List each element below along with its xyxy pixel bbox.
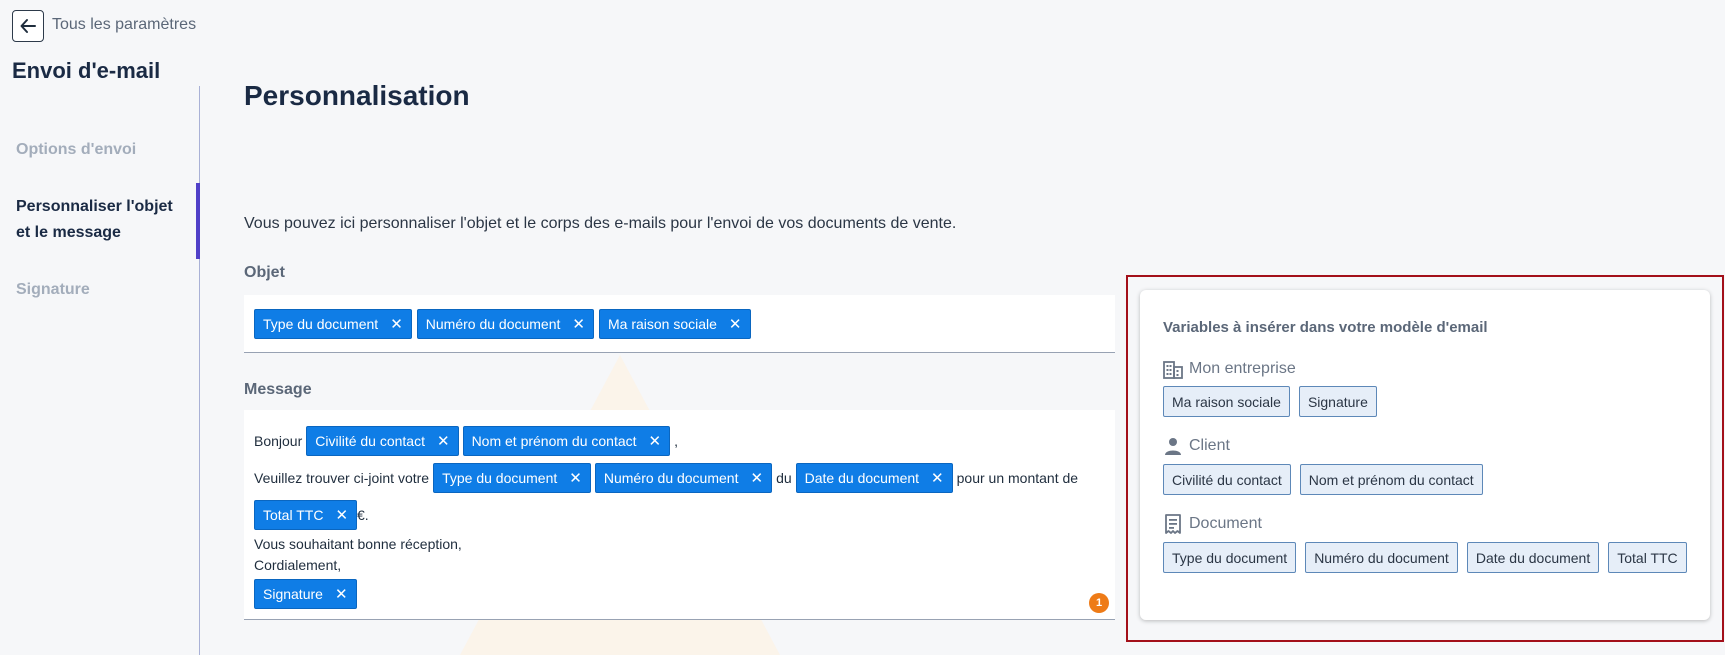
variable-chip[interactable]: Signature [1298,386,1377,417]
receipt-icon [1165,514,1181,534]
subject-chip-raison-sociale[interactable]: Ma raison sociale ✕ [598,308,751,339]
group-heading-client: Client [1163,436,1230,456]
message-chip-numero-document[interactable]: Numéro du document ✕ [594,462,773,493]
close-icon[interactable]: ✕ [649,432,662,450]
variable-chip[interactable]: Type du document [1163,542,1297,573]
message-editor[interactable]: Bonjour Civilité du contact ✕ Nom et prén… [244,410,1115,620]
variable-chip[interactable]: Civilité du contact [1163,464,1291,495]
message-line: Bonjour Civilité du contact ✕ Nom et prén… [254,422,1105,459]
variable-chip[interactable]: Numéro du document [1305,542,1458,573]
subject-chip-numero-document[interactable]: Numéro du document ✕ [416,308,594,339]
message-line: Vous souhaitant bonne réception, [254,535,462,552]
message-label: Message [244,381,312,398]
sidebar-item-label-line2: et le message [16,224,121,241]
intro-text: Vous pouvez ici personnaliser l'objet et… [244,215,957,232]
variables-row-entreprise: Ma raison sociale Signature [1163,386,1377,417]
arrow-left-icon [20,19,36,33]
subject-input[interactable]: Type du document ✕ Numéro du document ✕ Ma… [244,295,1115,353]
close-icon[interactable]: ✕ [335,506,348,524]
close-icon[interactable]: ✕ [390,315,403,333]
close-icon[interactable]: ✕ [931,469,944,487]
sidebar-item-label-line1: Personnaliser l'objet [16,198,173,215]
close-icon[interactable]: ✕ [572,315,585,333]
message-chip-type-document[interactable]: Type du document ✕ [433,462,591,493]
close-icon[interactable]: ✕ [335,585,348,603]
variable-chip[interactable]: Total TTC [1608,542,1687,573]
section-title: Envoi d'e-mail [12,58,161,83]
message-chip-signature[interactable]: Signature ✕ [254,578,357,609]
message-chip-total-ttc[interactable]: Total TTC ✕ [254,499,358,530]
message-chip-date-document[interactable]: Date du document ✕ [795,462,953,493]
back-button[interactable] [12,10,44,42]
close-icon[interactable]: ✕ [437,432,450,450]
variables-row-document: Type du document Numéro du document Date… [1163,542,1687,573]
back-link-label[interactable]: Tous les paramètres [52,16,196,34]
variable-chip[interactable]: Ma raison sociale [1163,386,1290,417]
notification-badge[interactable]: 1 [1089,593,1109,613]
message-line: Signature ✕ [254,575,1105,612]
sidebar-item-signature[interactable]: Signature [16,277,90,303]
subject-chip-type-document[interactable]: Type du document ✕ [254,308,412,339]
sidebar-item-options-envoi[interactable]: Options d'envoi [16,137,136,163]
sidebar-active-indicator [196,183,200,259]
page-title: Personnalisation [244,80,470,111]
variable-chip[interactable]: Nom et prénom du contact [1299,464,1483,495]
message-chip-civilite[interactable]: Civilité du contact ✕ [306,425,459,456]
group-heading-entreprise: Mon entreprise [1163,359,1296,379]
close-icon[interactable]: ✕ [750,469,763,487]
message-line: Veuillez trouver ci-joint votre Type du … [254,459,1105,496]
variables-panel: Variables à insérer dans votre modèle d'… [1140,290,1710,620]
message-line: Cordialement, [254,556,342,573]
person-icon [1165,438,1181,455]
sidebar-item-personnaliser[interactable]: Personnaliser l'objet et le message [16,194,173,246]
variables-row-client: Civilité du contact Nom et prénom du con… [1163,464,1483,495]
subject-label: Objet [244,264,285,281]
variables-panel-title: Variables à insérer dans votre modèle d'… [1163,319,1488,336]
message-line: Total TTC ✕ €. [254,496,1105,533]
building-icon [1163,361,1183,379]
close-icon[interactable]: ✕ [729,315,742,333]
message-chip-nom-prenom[interactable]: Nom et prénom du contact ✕ [462,425,671,456]
group-heading-document: Document [1163,514,1262,534]
variable-chip[interactable]: Date du document [1466,542,1600,573]
sidebar-divider [199,86,200,655]
close-icon[interactable]: ✕ [569,469,582,487]
